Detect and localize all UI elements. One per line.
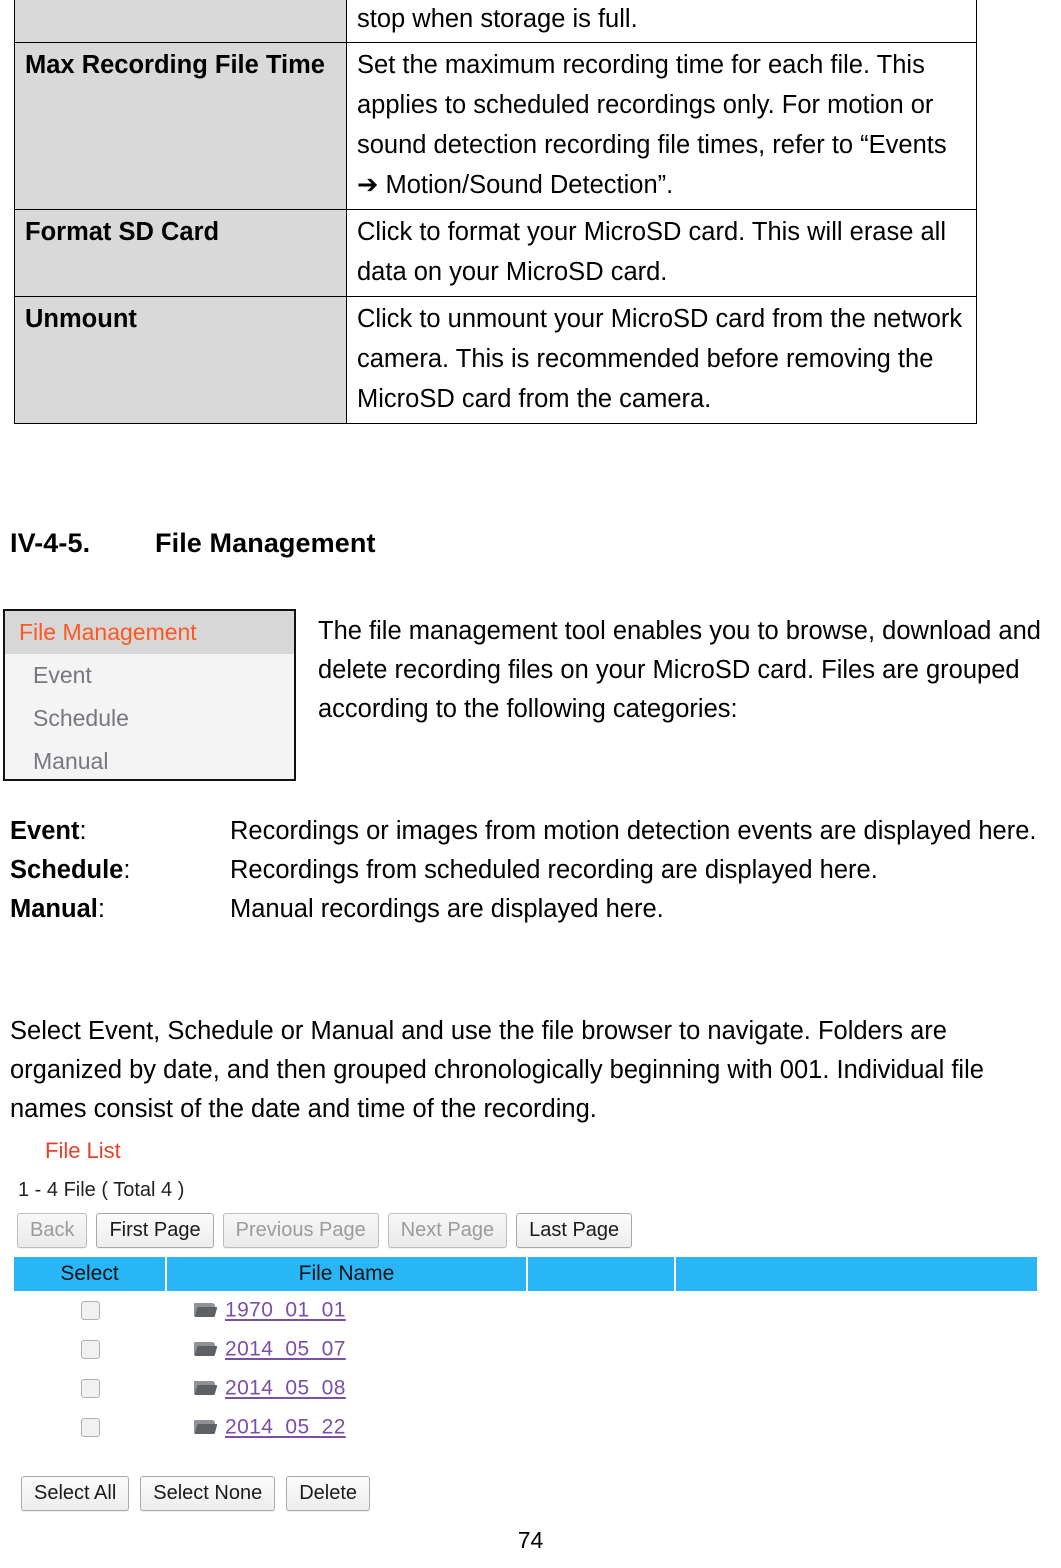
definition-description: Recordings from scheduled recording are … xyxy=(230,856,878,884)
column-header-empty-1 xyxy=(527,1257,676,1291)
row-name-cell: 2014_05_22 xyxy=(166,1408,527,1447)
column-header-empty-2 xyxy=(675,1257,1037,1291)
definition-description: Recordings or images from motion detecti… xyxy=(230,817,1037,845)
table-row: 2014_05_08 xyxy=(14,1369,1037,1408)
last-page-button[interactable]: Last Page xyxy=(516,1213,633,1248)
table-row: Unmount Click to unmount your MicroSD ca… xyxy=(14,296,977,424)
definition-term-colon: : xyxy=(97,895,105,923)
table-cell-description: Click to format your MicroSD card. This … xyxy=(346,209,977,297)
table-cell-term xyxy=(14,0,347,43)
intro-paragraph: The file management tool enables you to … xyxy=(318,617,1041,723)
folder-icon xyxy=(194,1380,218,1396)
delete-button[interactable]: Delete xyxy=(286,1476,371,1511)
row-checkbox[interactable] xyxy=(80,1301,100,1321)
definition-description: Manual recordings are displayed here. xyxy=(230,895,664,923)
sidebar-item-label: File Management xyxy=(19,619,197,645)
section-number: IV-4-5. xyxy=(10,528,91,558)
row-empty-cell-2 xyxy=(675,1330,1037,1369)
row-empty-cell-2 xyxy=(675,1408,1037,1447)
definition-term-colon: : xyxy=(123,856,131,884)
folder-link[interactable]: 2014_05_22 xyxy=(225,1416,346,1439)
row-name-cell: 1970_01_01 xyxy=(166,1291,527,1330)
row-select-cell xyxy=(14,1330,166,1369)
row-select-cell xyxy=(14,1291,166,1330)
sidebar-item-label: Manual xyxy=(33,748,109,774)
definition-term: Schedule: xyxy=(10,851,230,890)
previous-page-button[interactable]: Previous Page xyxy=(222,1213,379,1248)
file-list-table: Select File Name 1970_01_01 2014_05_07 2… xyxy=(14,1257,1037,1447)
select-none-button[interactable]: Select None xyxy=(140,1476,276,1511)
select-all-button[interactable]: Select All xyxy=(21,1476,130,1511)
table-row: 1970_01_01 xyxy=(14,1291,1037,1330)
row-empty-cell-1 xyxy=(527,1369,675,1408)
table-row: 2014_05_22 xyxy=(14,1408,1037,1447)
back-button[interactable]: Back xyxy=(17,1213,88,1248)
file-list-header-row: Select File Name xyxy=(14,1257,1037,1291)
row-select-cell xyxy=(14,1408,166,1447)
row-checkbox[interactable] xyxy=(80,1340,100,1360)
table-cell-description: Set the maximum recording time for each … xyxy=(346,42,977,210)
folder-link[interactable]: 2014_05_08 xyxy=(225,1377,346,1400)
closing-paragraph: Select Event, Schedule or Manual and use… xyxy=(10,1017,984,1123)
row-name-cell: 2014_05_08 xyxy=(166,1369,527,1408)
table-cell-description: Click to unmount your MicroSD card from … xyxy=(346,296,977,424)
table-row: stop when storage is full. xyxy=(14,0,977,43)
file-management-sidebar: File Management Event Schedule Manual xyxy=(3,609,296,781)
table-row: Max Recording File Time Set the maximum … xyxy=(14,42,977,210)
sidebar-item-file-management[interactable]: File Management xyxy=(5,611,294,654)
file-actions-toolbar: Select All Select None Delete xyxy=(21,1476,371,1511)
definition-row: Manual: Manual recordings are displayed … xyxy=(10,890,1050,929)
table-cell-term: Format SD Card xyxy=(14,209,347,297)
sd-card-settings-table: stop when storage is full. Max Recording… xyxy=(14,0,977,424)
folder-icon xyxy=(194,1419,218,1435)
sidebar-item-label: Schedule xyxy=(33,705,129,731)
sidebar-item-label: Event xyxy=(33,662,92,688)
file-list-screenshot: File List 1 - 4 File ( Total 4 ) Back Fi… xyxy=(0,1133,1061,1523)
definition-row: Event: Recordings or images from motion … xyxy=(10,812,1050,851)
row-empty-cell-2 xyxy=(675,1291,1037,1330)
definition-term-colon: : xyxy=(79,817,87,845)
row-select-cell xyxy=(14,1369,166,1408)
definition-term: Event: xyxy=(10,812,230,851)
row-checkbox[interactable] xyxy=(80,1418,100,1438)
first-page-button[interactable]: First Page xyxy=(96,1213,214,1248)
definition-term: Manual: xyxy=(10,890,230,929)
definition-term-label: Manual xyxy=(10,895,98,923)
folder-icon xyxy=(194,1341,218,1357)
table-row: 2014_05_07 xyxy=(14,1330,1037,1369)
column-header-select[interactable]: Select xyxy=(14,1257,167,1291)
row-checkbox[interactable] xyxy=(80,1379,100,1399)
row-name-cell: 2014_05_07 xyxy=(166,1330,527,1369)
definition-row: Schedule: Recordings from scheduled reco… xyxy=(10,851,1050,890)
definition-term-label: Event xyxy=(10,817,80,845)
sidebar-item-schedule[interactable]: Schedule xyxy=(5,697,294,740)
row-empty-cell-1 xyxy=(527,1408,675,1447)
column-header-file-name[interactable]: File Name xyxy=(166,1257,528,1291)
file-count-label: 1 - 4 File ( Total 4 ) xyxy=(18,1179,185,1201)
section-heading: IV-4-5. File Management xyxy=(10,528,376,559)
row-empty-cell-1 xyxy=(527,1330,675,1369)
file-list-title: File List xyxy=(45,1138,121,1163)
table-cell-description: stop when storage is full. xyxy=(346,0,977,43)
page-number: 74 xyxy=(517,1527,544,1553)
sidebar-item-event[interactable]: Event xyxy=(5,654,294,697)
table-cell-term: Max Recording File Time xyxy=(14,42,347,210)
folder-icon xyxy=(194,1302,218,1318)
row-empty-cell-2 xyxy=(675,1369,1037,1408)
table-row: Format SD Card Click to format your Micr… xyxy=(14,209,977,297)
folder-link[interactable]: 1970_01_01 xyxy=(225,1299,346,1322)
next-page-button[interactable]: Next Page xyxy=(387,1213,508,1248)
row-empty-cell-1 xyxy=(527,1291,675,1330)
category-definition-list: Event: Recordings or images from motion … xyxy=(10,812,1050,929)
table-cell-term: Unmount xyxy=(14,296,347,424)
definition-term-label: Schedule xyxy=(10,856,124,884)
pagination-toolbar: Back First Page Previous Page Next Page … xyxy=(17,1213,633,1248)
sidebar-item-manual[interactable]: Manual xyxy=(5,740,294,783)
section-title: File Management xyxy=(155,528,376,558)
folder-link[interactable]: 2014_05_07 xyxy=(225,1338,346,1361)
